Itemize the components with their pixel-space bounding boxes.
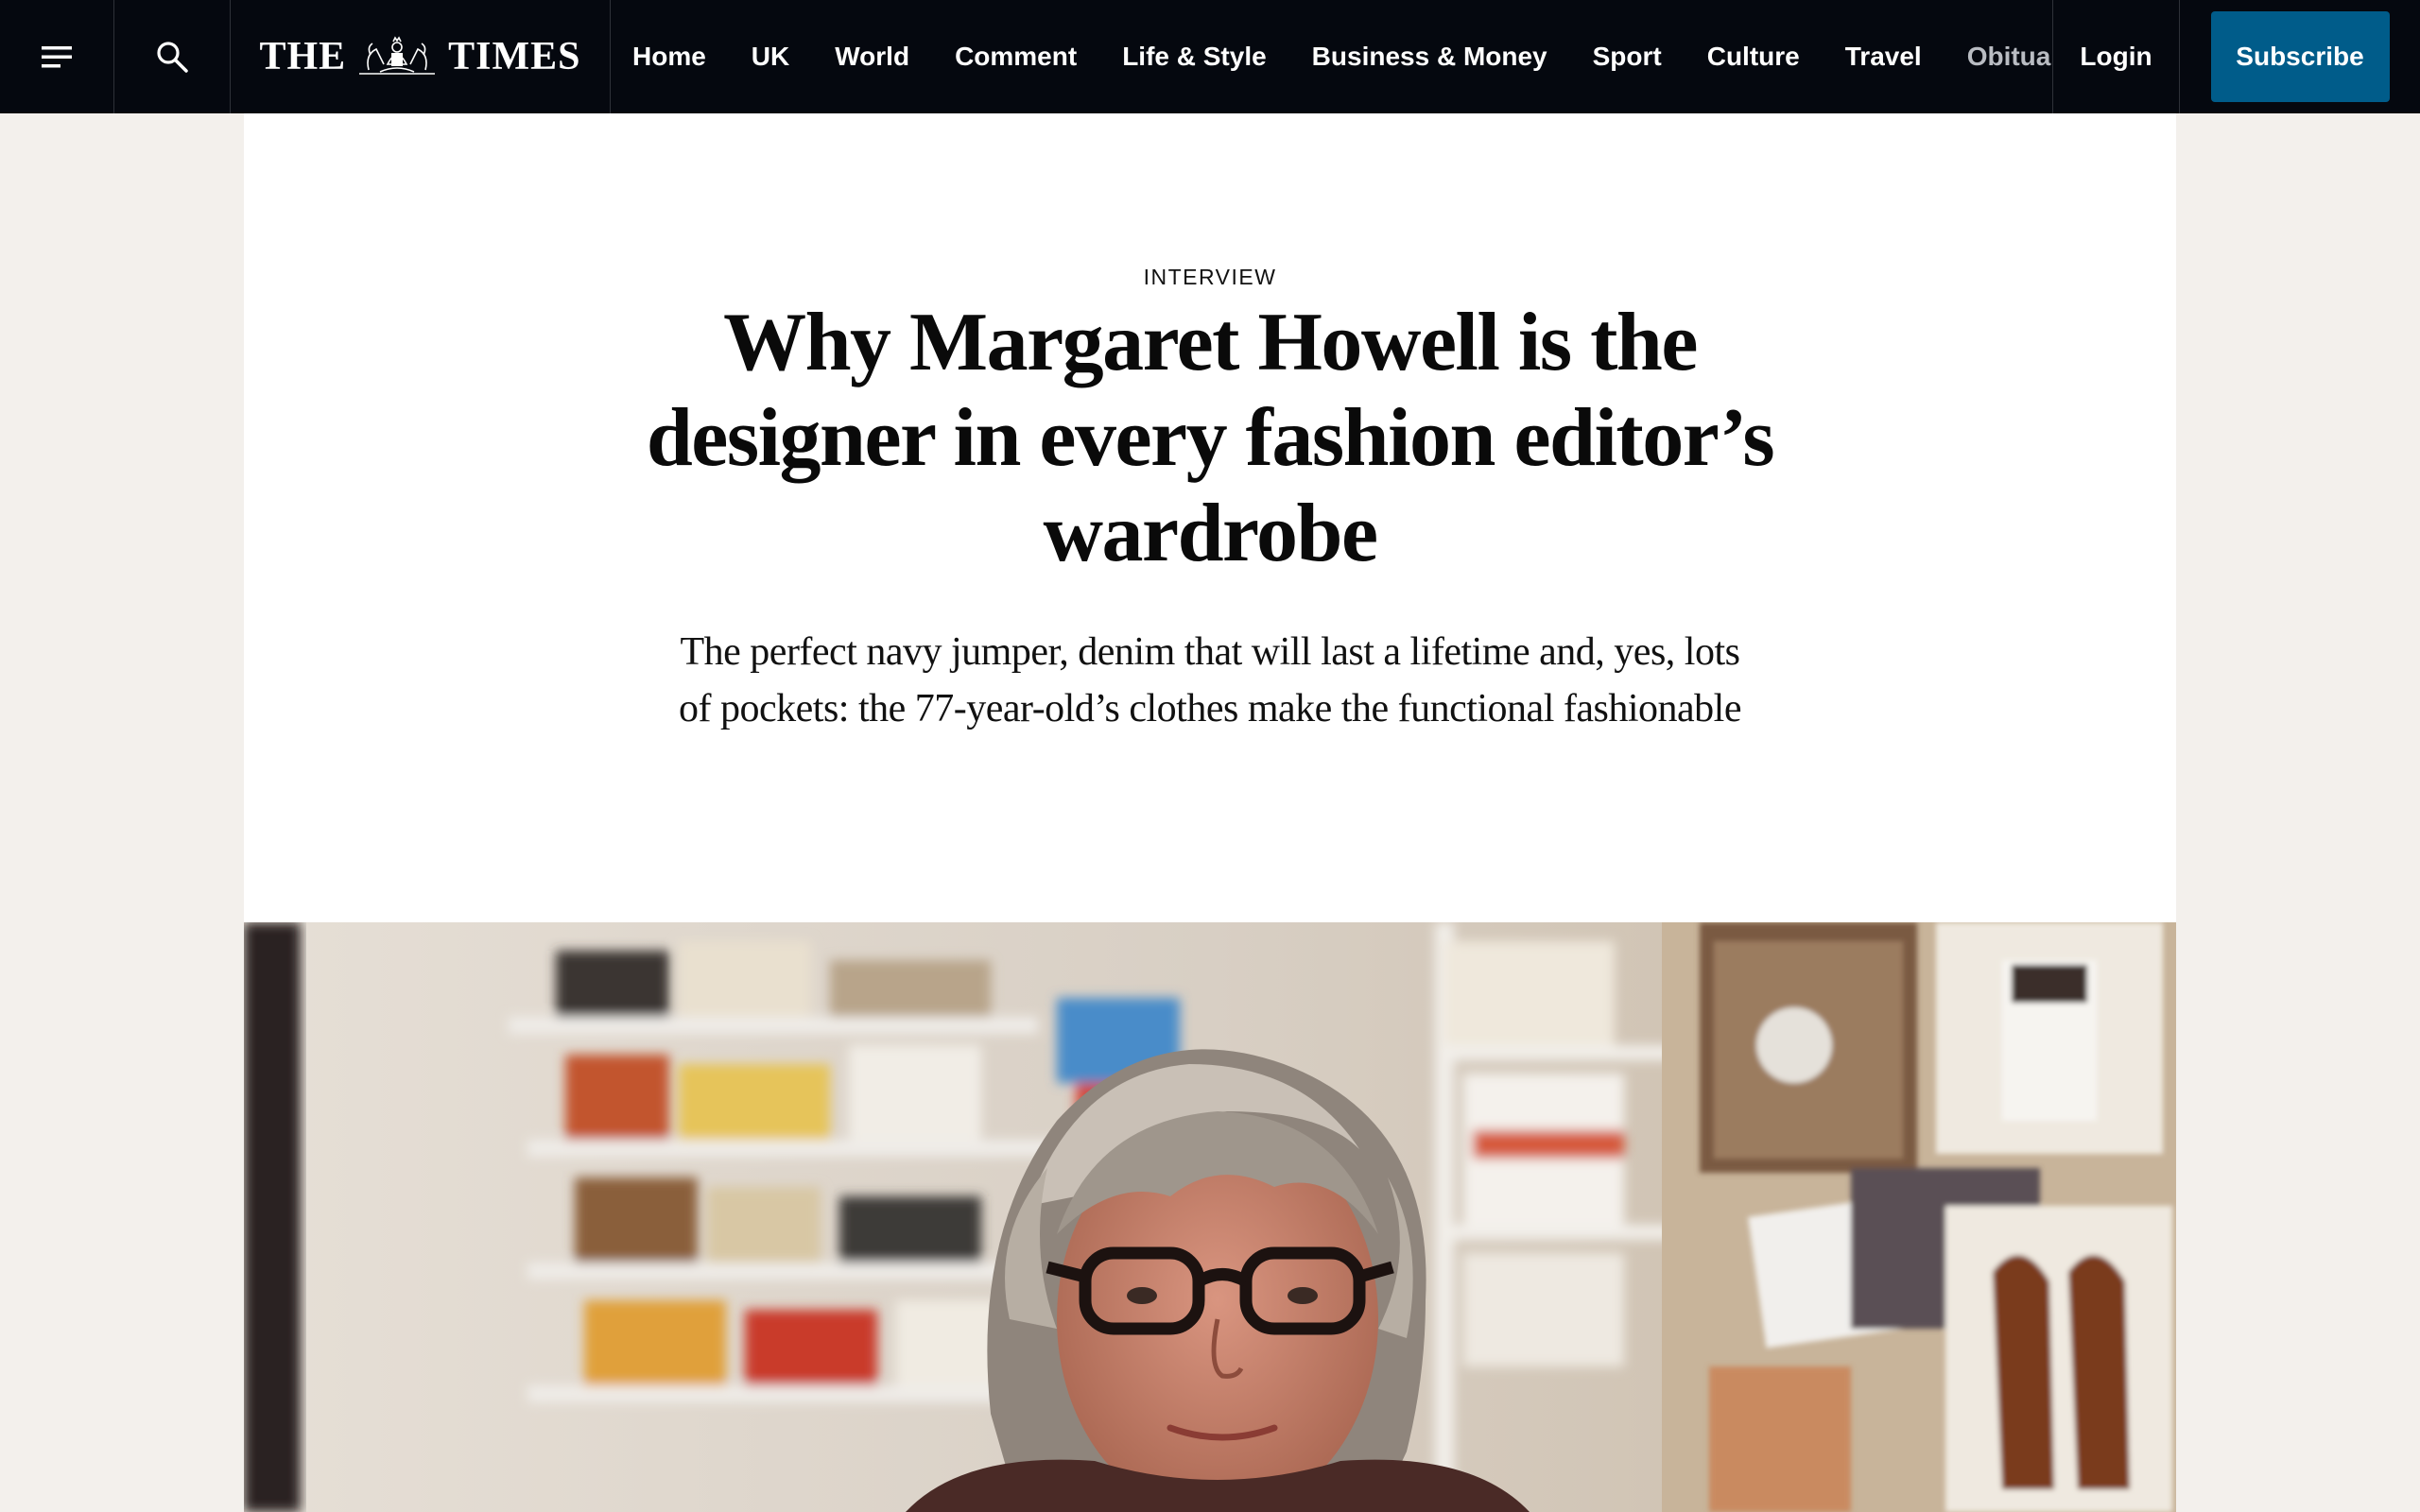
logo-text-the: THE xyxy=(259,35,347,78)
nav-link-sport[interactable]: Sport xyxy=(1593,42,1662,72)
royal-crest-icon xyxy=(359,36,436,75)
login-link[interactable]: Login xyxy=(2053,0,2180,113)
article-container: INTERVIEW Why Margaret Howell is the des… xyxy=(244,113,2176,1512)
subscribe-button[interactable]: Subscribe xyxy=(2210,11,2390,102)
hero-photo-illustration xyxy=(244,922,2176,1512)
nav-link-uk[interactable]: UK xyxy=(752,42,789,72)
nav-link-business-money[interactable]: Business & Money xyxy=(1312,42,1547,72)
hero-photo xyxy=(244,922,2176,1512)
article-standfirst: The perfect navy jumper, denim that will… xyxy=(679,630,1741,730)
article-label: INTERVIEW xyxy=(1143,265,1277,289)
logo-text-times: TIMES xyxy=(448,35,581,78)
top-navigation-bar: THE TIMES Home UK World Comment Life & S… xyxy=(0,0,2420,113)
logo-cell: THE TIMES xyxy=(231,0,611,113)
article-headline: Why Margaret Howell is the designer in e… xyxy=(646,297,1775,579)
section-navigation: Home UK World Comment Life & Style Busin… xyxy=(611,0,2053,113)
search-button[interactable] xyxy=(114,0,231,113)
nav-link-home[interactable]: Home xyxy=(632,42,706,72)
subscribe-wrapper: Subscribe xyxy=(2180,0,2420,113)
menu-button[interactable] xyxy=(0,0,114,113)
nav-link-comment[interactable]: Comment xyxy=(955,42,1077,72)
nav-link-culture[interactable]: Culture xyxy=(1707,42,1800,72)
nav-link-world[interactable]: World xyxy=(835,42,909,72)
nav-link-obituaries[interactable]: Obituaries xyxy=(1967,42,2052,72)
search-icon xyxy=(157,42,188,73)
the-times-logo[interactable]: THE TIMES xyxy=(259,34,580,79)
nav-link-travel[interactable]: Travel xyxy=(1845,42,1922,72)
hamburger-menu-icon xyxy=(42,46,72,68)
nav-link-life-style[interactable]: Life & Style xyxy=(1122,42,1266,72)
